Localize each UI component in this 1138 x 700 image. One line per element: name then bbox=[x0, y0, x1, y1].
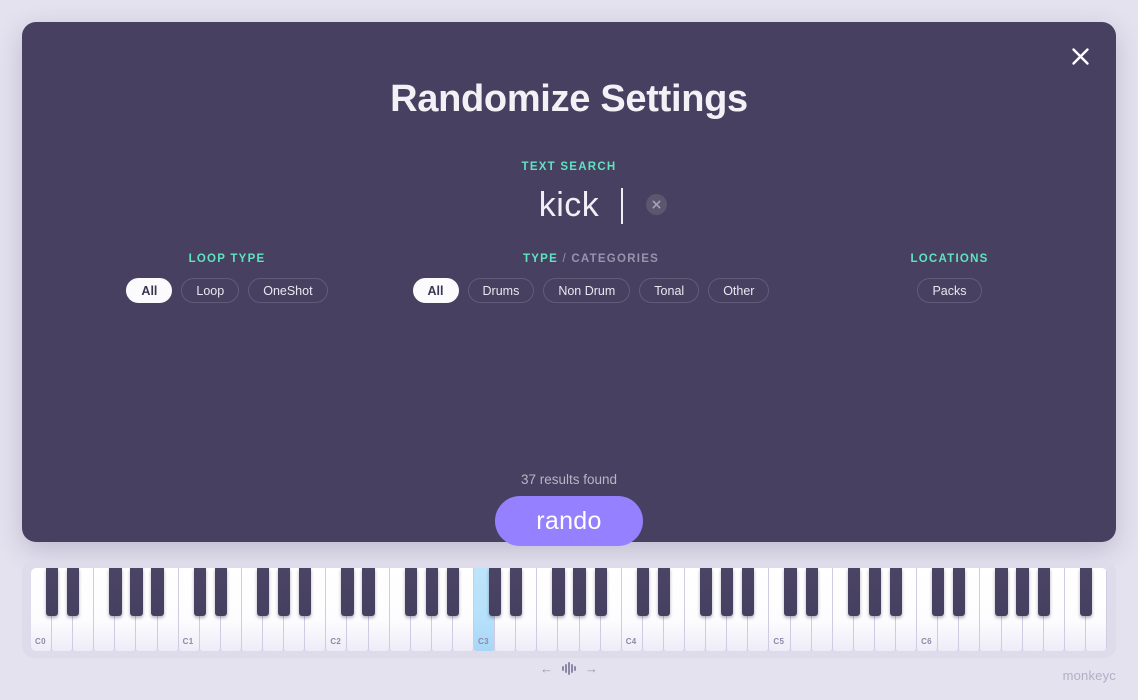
results-section: 37 results found rando bbox=[22, 472, 1116, 546]
text-search-section: TEXT SEARCH bbox=[22, 161, 1116, 225]
filter-group-locations: LOCATIONS Packs bbox=[812, 253, 1087, 303]
text-caret bbox=[621, 188, 623, 224]
piano-black-key[interactable] bbox=[636, 568, 649, 617]
pill-type-drums[interactable]: Drums bbox=[467, 278, 535, 303]
locations-options: Packs bbox=[812, 278, 1087, 303]
piano-black-key[interactable] bbox=[805, 568, 818, 617]
piano-black-key[interactable] bbox=[721, 568, 734, 617]
piano-octave-label: C2 bbox=[330, 637, 342, 646]
arrow-left-icon[interactable]: ← bbox=[540, 662, 553, 675]
piano-black-key[interactable] bbox=[742, 568, 755, 617]
piano-black-key[interactable] bbox=[45, 568, 59, 617]
piano-black-key[interactable] bbox=[341, 568, 354, 617]
pill-loop-type-all[interactable]: All bbox=[126, 278, 173, 303]
piano-black-key[interactable] bbox=[299, 568, 312, 617]
loop-type-options: All Loop OneShot bbox=[62, 278, 392, 303]
piano-black-key[interactable] bbox=[1016, 568, 1029, 617]
pill-type-all[interactable]: All bbox=[412, 278, 459, 303]
piano-black-key[interactable] bbox=[489, 568, 502, 617]
filter-group-type: TYPE / CATEGORIES All Drums Non Drum Ton… bbox=[406, 253, 776, 303]
piano-octave-label: C4 bbox=[625, 637, 637, 646]
piano-black-key[interactable] bbox=[784, 568, 797, 617]
piano-black-key[interactable] bbox=[573, 568, 586, 617]
piano-octave-label: C5 bbox=[773, 637, 785, 646]
resize-handle-icon[interactable] bbox=[562, 661, 576, 675]
pill-type-non-drum[interactable]: Non Drum bbox=[543, 278, 631, 303]
piano-black-key[interactable] bbox=[256, 568, 270, 617]
piano-octave-label: C0 bbox=[35, 637, 46, 646]
piano-black-key[interactable] bbox=[446, 568, 460, 617]
piano-octave-label: C1 bbox=[182, 637, 194, 646]
piano-black-key[interactable] bbox=[1037, 568, 1050, 617]
arrow-right-icon[interactable]: → bbox=[585, 662, 598, 675]
pill-locations-packs[interactable]: Packs bbox=[917, 278, 982, 303]
piano-black-key[interactable] bbox=[214, 568, 227, 617]
pill-loop-type-loop[interactable]: Loop bbox=[181, 278, 240, 303]
pill-type-tonal[interactable]: Tonal bbox=[639, 278, 700, 303]
piano-keyboard-panel: C0 C1 C2 C3 C4 C5 C6 bbox=[22, 561, 1116, 658]
search-row bbox=[22, 185, 1116, 225]
piano-black-key[interactable] bbox=[594, 568, 607, 617]
piano-black-key[interactable] bbox=[425, 568, 438, 617]
piano-octave-label: C3 bbox=[478, 637, 489, 646]
piano-black-key[interactable] bbox=[1079, 568, 1093, 617]
piano-black-key[interactable] bbox=[404, 568, 417, 617]
randomize-settings-modal: Randomize Settings TEXT SEARCH LOOP TYPE… bbox=[22, 22, 1116, 546]
piano-black-key[interactable] bbox=[847, 568, 860, 617]
pill-type-other[interactable]: Other bbox=[708, 278, 770, 303]
filter-group-loop-type: LOOP TYPE All Loop OneShot bbox=[62, 253, 392, 303]
piano-black-key[interactable] bbox=[151, 568, 164, 617]
piano-black-key[interactable] bbox=[657, 568, 671, 617]
piano-octave-label: C6 bbox=[921, 637, 932, 646]
pill-loop-type-oneshot[interactable]: OneShot bbox=[248, 278, 328, 303]
type-label-separator: / bbox=[562, 253, 567, 265]
type-label: TYPE / CATEGORIES bbox=[406, 253, 776, 265]
piano-black-key[interactable] bbox=[953, 568, 966, 617]
filters-section: LOOP TYPE All Loop OneShot TYPE / CATEGO… bbox=[22, 253, 1116, 313]
piano-black-key[interactable] bbox=[932, 568, 945, 617]
loop-type-label: LOOP TYPE bbox=[188, 253, 266, 265]
piano-black-key[interactable] bbox=[995, 568, 1008, 617]
keyboard-nav: ← → bbox=[0, 657, 1138, 679]
piano-black-key[interactable] bbox=[109, 568, 122, 617]
clear-icon[interactable] bbox=[646, 194, 667, 215]
piano-black-key[interactable] bbox=[278, 568, 291, 617]
piano-black-key[interactable] bbox=[868, 568, 882, 617]
results-count: 37 results found bbox=[520, 472, 618, 487]
piano-black-key[interactable] bbox=[552, 568, 565, 617]
piano-keys[interactable]: C0 C1 C2 C3 C4 C5 C6 bbox=[31, 568, 1107, 651]
type-options: All Drums Non Drum Tonal Other bbox=[406, 278, 776, 303]
brand-logo: monkeyc bbox=[1062, 668, 1116, 683]
piano-black-key[interactable] bbox=[193, 568, 206, 617]
piano-black-key[interactable] bbox=[362, 568, 375, 617]
rando-button[interactable]: rando bbox=[495, 496, 643, 546]
page-title: Randomize Settings bbox=[390, 78, 748, 120]
locations-label: LOCATIONS bbox=[910, 253, 989, 265]
piano-black-key[interactable] bbox=[67, 568, 80, 617]
piano-black-key[interactable] bbox=[130, 568, 143, 617]
type-label-main: TYPE bbox=[522, 253, 558, 265]
piano-black-key[interactable] bbox=[510, 568, 523, 617]
type-label-sub: CATEGORIES bbox=[571, 253, 660, 265]
piano-black-key[interactable] bbox=[889, 568, 903, 617]
text-search-label: TEXT SEARCH bbox=[521, 161, 617, 173]
piano-black-key[interactable] bbox=[700, 568, 713, 617]
close-icon[interactable] bbox=[1060, 36, 1100, 76]
